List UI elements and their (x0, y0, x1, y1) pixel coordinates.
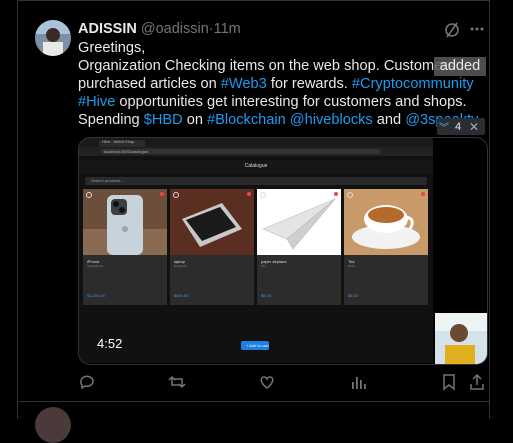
tweet-text-span: on (182, 112, 208, 128)
card-subtitle: Toy (261, 264, 266, 268)
tweet-line: Greetings, (78, 40, 146, 56)
card-price: $5.00 (261, 293, 272, 298)
product-card: paper airplane Toy $5.00 (257, 189, 341, 305)
select-icon (347, 192, 353, 198)
chevrons-icon: ︾ (439, 123, 449, 134)
hashtag-link[interactable]: #Blockchain (207, 112, 286, 128)
more-icon[interactable] (468, 20, 486, 38)
tweet-line: Organization Checking items on the web s… (78, 58, 455, 74)
tweet-text-span: for rewards. (266, 76, 352, 92)
tweet-video[interactable]: Hive · Web3 Shop localhost:3000/catalogu… (78, 137, 488, 365)
product-card: iPhone Smartphone $1,200.00 (83, 189, 167, 305)
product-image-paper-plane (257, 189, 341, 255)
product-image-phone (83, 189, 167, 255)
tweet-header: ADISSIN @oadissin·11m (78, 20, 241, 38)
mention-link[interactable]: @hiveblocks (290, 112, 373, 128)
selection-overlay-word: added (434, 57, 486, 76)
favorite-icon (421, 192, 425, 196)
tweet-text: Greetings, Organization Checking items o… (78, 39, 478, 129)
video-duration: 4:52 (97, 336, 123, 351)
select-icon (260, 192, 266, 198)
hashtag-link[interactable]: #Hive (78, 94, 115, 110)
timeline-right-border (489, 0, 490, 419)
tweet-divider (17, 401, 490, 402)
product-card: laptop Notebook $600.00 (170, 189, 254, 305)
browser-tab-label: Hive · Web3 Shop (102, 139, 135, 144)
hashtag-link[interactable]: #Web3 (221, 76, 267, 92)
favorite-icon (247, 192, 251, 196)
app-search-placeholder: Search products... (91, 178, 124, 183)
share-icon[interactable] (468, 373, 488, 393)
favorite-icon (334, 192, 338, 196)
card-subtitle: Drink (348, 264, 356, 268)
tweet-timestamp[interactable]: 11m (214, 21, 241, 37)
browser-url-text: localhost:3000/catalogue (104, 149, 149, 154)
card-subtitle: Smartphone (87, 264, 104, 268)
top-divider (17, 0, 490, 1)
tweet-text-span: and (372, 112, 406, 128)
tweet-line: #Hive opportunities get interesting for … (78, 93, 478, 111)
tweet-line: Spending $HBD on #Blockchain @hiveblocks… (78, 111, 478, 129)
extension-chip[interactable]: ︾ 4 ✕ (437, 118, 485, 135)
tweet-text-span: purchased articles on (78, 76, 221, 92)
tweet-line: purchased articles on #Web3 for rewards.… (78, 75, 478, 93)
author-handle[interactable]: @oadissin (141, 21, 209, 37)
product-card: Tea Drink $5.00 (344, 189, 428, 305)
chip-count: 4 (454, 120, 462, 133)
tweet-text-span: Spending (78, 112, 144, 128)
hashtag-link[interactable]: #Cryptocommunity (352, 76, 474, 92)
grok-icon[interactable] (443, 21, 461, 39)
author-avatar[interactable] (35, 20, 71, 56)
views-icon[interactable] (349, 373, 369, 393)
product-image-tea (344, 189, 428, 255)
card-price: $5.00 (348, 293, 359, 298)
card-price: $1,200.00 (87, 293, 105, 298)
next-tweet-avatar[interactable] (35, 407, 71, 443)
close-icon[interactable]: ✕ (465, 120, 483, 134)
product-image-laptop (170, 189, 254, 255)
select-icon (173, 192, 179, 198)
select-icon (86, 192, 92, 198)
like-icon[interactable] (258, 373, 278, 393)
card-subtitle: Notebook (174, 264, 187, 268)
reply-icon[interactable] (78, 373, 98, 393)
tweet-actions (0, 373, 513, 393)
webcam-overlay (435, 313, 487, 364)
app-search-bar (85, 177, 427, 185)
retweet-icon[interactable] (168, 373, 188, 393)
bookmark-icon[interactable] (440, 373, 460, 393)
favorite-icon (160, 192, 164, 196)
cashtag-link[interactable]: $HBD (144, 112, 183, 128)
author-name[interactable]: ADISSIN (78, 21, 137, 37)
tweet-text-span: opportunities get interesting for custom… (115, 94, 467, 110)
timeline-left-border (17, 0, 18, 419)
add-to-cart-label: + Add to cart (246, 343, 269, 348)
video-frame-browser: Hive · Web3 Shop localhost:3000/catalogu… (79, 138, 433, 363)
app-title: Catalogue (244, 163, 268, 169)
card-price: $600.00 (174, 293, 189, 298)
